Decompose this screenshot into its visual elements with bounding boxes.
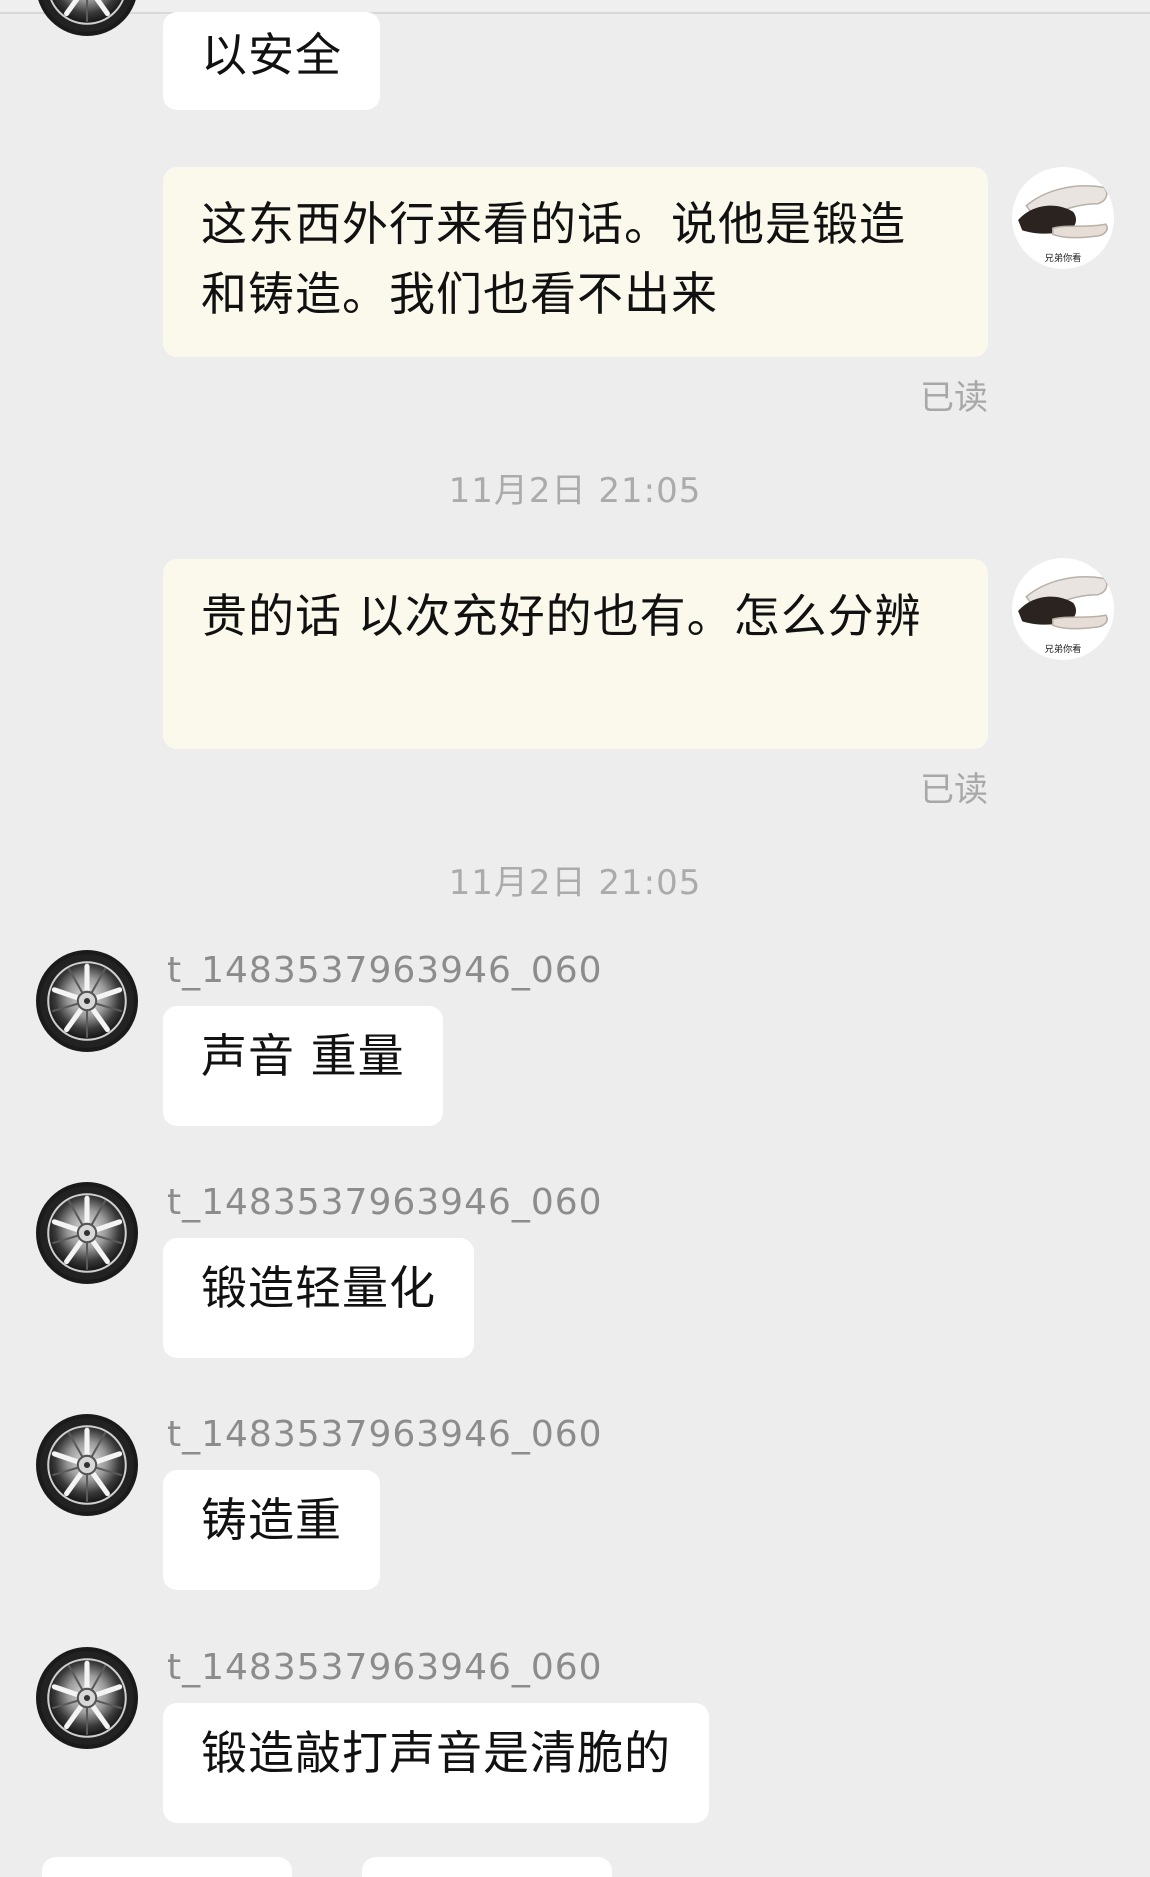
message-text: 贵的话 以次充好的也有。怎么分辨	[201, 589, 922, 643]
timestamp: 11月2日 21:05	[448, 471, 702, 511]
hands-avatar-icon: 兄弟你看	[1012, 558, 1114, 660]
message-text: 锻造敲打声音是清脆的	[201, 1726, 671, 1780]
message-bubble[interactable]: 锻造轻量化	[163, 1238, 474, 1358]
sender-avatar[interactable]	[36, 1182, 138, 1284]
hands-avatar-icon: 兄弟你看	[1012, 167, 1114, 269]
message-text: 锻造轻量化	[201, 1261, 436, 1315]
message-text: 声音 重量	[201, 1029, 405, 1083]
read-status: 已读	[920, 770, 988, 810]
message-text: 铸造重	[201, 1493, 342, 1547]
sender-avatar[interactable]	[36, 1414, 138, 1516]
sender-name: t_1483537963946_060	[167, 1182, 603, 1223]
sender-avatar[interactable]	[36, 1647, 138, 1749]
wheel-rim-avatar-icon	[36, 0, 138, 36]
message-text: 这东西外行来看的话。说他是锻造和铸造。我们也看不出来	[201, 197, 906, 321]
message-bubble[interactable]: 贵的话 以次充好的也有。怎么分辨	[163, 559, 988, 749]
sender-name: t_1483537963946_060	[167, 950, 603, 991]
avatar-caption: 兄弟你看	[1045, 252, 1082, 264]
message-bubble[interactable]: 声音 重量	[163, 1006, 443, 1126]
avatar-caption: 兄弟你看	[1045, 643, 1082, 655]
message-text: 以安全	[201, 28, 342, 82]
wheel-rim-avatar-icon	[36, 1647, 138, 1749]
wheel-rim-avatar-icon	[36, 950, 138, 1052]
wheel-rim-avatar-icon	[36, 1182, 138, 1284]
sender-avatar[interactable]	[36, 0, 138, 36]
sender-name: t_1483537963946_060	[167, 1647, 603, 1688]
sender-name: t_1483537963946_060	[167, 1414, 603, 1455]
message-bubble[interactable]: 锻造敲打声音是清脆的	[163, 1703, 709, 1823]
self-avatar[interactable]: 兄弟你看	[1012, 558, 1114, 660]
message-bubble[interactable]: 这东西外行来看的话。说他是锻造和铸造。我们也看不出来	[163, 167, 988, 357]
read-status: 已读	[920, 378, 988, 418]
wheel-rim-avatar-icon	[36, 1414, 138, 1516]
message-bubble[interactable]: 铸造重	[163, 1470, 380, 1590]
message-bubble-partial[interactable]	[362, 1857, 612, 1877]
timestamp: 11月2日 21:05	[448, 863, 702, 903]
self-avatar[interactable]: 兄弟你看	[1012, 167, 1114, 269]
sender-avatar[interactable]	[36, 950, 138, 1052]
message-bubble[interactable]: 以安全	[163, 12, 380, 110]
message-bubble-partial[interactable]	[42, 1857, 292, 1877]
